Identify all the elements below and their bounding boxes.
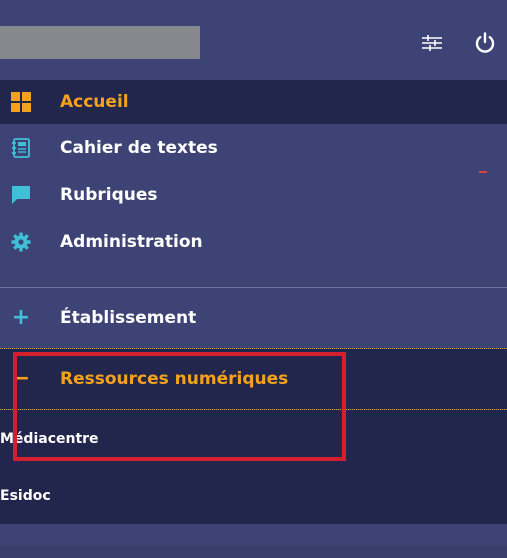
main-nav: Accueil Cahier de textes Rubriques Admin… bbox=[0, 80, 507, 524]
section-label: Établissement bbox=[60, 308, 197, 328]
nav-item-label: Administration bbox=[60, 231, 203, 252]
gear-icon bbox=[10, 231, 32, 253]
notebook-icon bbox=[10, 137, 32, 159]
top-bar bbox=[0, 0, 507, 80]
sliders-icon[interactable] bbox=[414, 25, 450, 61]
nav-item-label: Cahier de textes bbox=[60, 137, 218, 158]
grid-icon bbox=[10, 91, 32, 113]
nav-item-administration[interactable]: Administration bbox=[0, 218, 507, 265]
sidebar-panel: Accueil Cahier de textes Rubriques Admin… bbox=[0, 0, 507, 558]
nav-item-rubriques[interactable]: Rubriques bbox=[0, 171, 507, 218]
red-mark bbox=[479, 171, 487, 173]
collapse-minus-icon: − bbox=[11, 366, 31, 391]
nav-item-label: Rubriques bbox=[60, 184, 158, 205]
nav-item-cahier-de-textes[interactable]: Cahier de textes bbox=[0, 124, 507, 171]
chat-icon bbox=[10, 184, 32, 206]
bottom-band bbox=[0, 545, 507, 558]
sub-item-label: Médiacentre bbox=[0, 430, 99, 447]
section-etablissement[interactable]: + Établissement bbox=[0, 288, 507, 348]
power-icon[interactable] bbox=[467, 25, 503, 61]
section-label: Ressources numériques bbox=[60, 369, 289, 389]
sub-item-label: Esidoc bbox=[0, 487, 51, 504]
section-ressources-numeriques[interactable]: − Ressources numériques bbox=[0, 349, 507, 409]
sub-item-esidoc[interactable]: Esidoc bbox=[0, 467, 507, 524]
nav-item-label: Accueil bbox=[60, 92, 129, 112]
sub-item-mediacentre[interactable]: Médiacentre bbox=[0, 410, 507, 467]
nav-item-accueil[interactable]: Accueil bbox=[0, 80, 507, 124]
user-name-redacted bbox=[0, 26, 200, 59]
expand-plus-icon: + bbox=[11, 305, 31, 330]
